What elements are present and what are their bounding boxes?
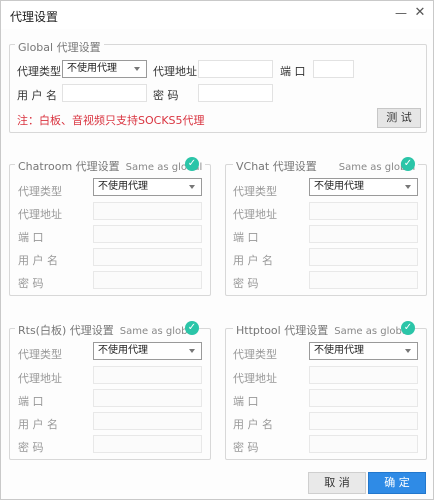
rts-port-label: 端 口 [18, 395, 44, 408]
httptool-username-field[interactable] [309, 412, 418, 430]
close-icon[interactable]: ✕ [413, 5, 427, 21]
vchat-password-field[interactable] [309, 271, 418, 289]
vchat-type-value: 不使用代理 [314, 181, 364, 192]
chatroom-username-label: 用 户 名 [18, 254, 58, 267]
rts-password-label: 密 码 [18, 441, 44, 454]
chatroom-username-field[interactable] [93, 248, 202, 266]
chatroom-address-label: 代理地址 [18, 208, 62, 221]
httptool-password-label: 密 码 [233, 441, 259, 454]
rts-group-title: Rts(白板) 代理设置 [18, 324, 114, 337]
global-type-value: 不使用代理 [67, 63, 117, 74]
global-username-label: 用 户 名 [17, 89, 57, 102]
window-title: 代理设置 [10, 10, 59, 24]
global-port-field[interactable] [313, 60, 354, 78]
global-address-label: 代理地址 [153, 65, 197, 78]
rts-username-field[interactable] [93, 412, 202, 430]
httptool-address-field[interactable] [309, 366, 418, 384]
global-password-label: 密 码 [153, 89, 179, 102]
chevron-down-icon [189, 185, 195, 189]
check-circle-icon[interactable]: ✓ [401, 321, 415, 335]
rts-type-label: 代理类型 [18, 348, 62, 361]
chatroom-password-label: 密 码 [18, 277, 44, 290]
httptool-port-label: 端 口 [233, 395, 259, 408]
vchat-password-label: 密 码 [233, 277, 259, 290]
check-circle-icon[interactable]: ✓ [185, 321, 199, 335]
ok-button[interactable]: 确 定 [368, 472, 426, 494]
vchat-port-label: 端 口 [233, 231, 259, 244]
cancel-button[interactable]: 取 消 [308, 472, 366, 494]
global-password-field[interactable] [198, 84, 273, 102]
chatroom-port-field[interactable] [93, 225, 202, 243]
chevron-down-icon [405, 349, 411, 353]
httptool-password-field[interactable] [309, 435, 418, 453]
httptool-group-legend: Httptool 代理设置 Same as global [233, 322, 414, 338]
vchat-type-select[interactable]: 不使用代理 [309, 178, 418, 196]
rts-port-field[interactable] [93, 389, 202, 407]
vchat-type-label: 代理类型 [233, 185, 277, 198]
rts-address-field[interactable] [93, 366, 202, 384]
vchat-address-label: 代理地址 [233, 208, 277, 221]
rts-password-field[interactable] [93, 435, 202, 453]
check-circle-icon[interactable]: ✓ [401, 157, 415, 171]
httptool-port-field[interactable] [309, 389, 418, 407]
httptool-type-value: 不使用代理 [314, 345, 364, 356]
test-button[interactable]: 测 试 [377, 108, 421, 128]
minimize-icon[interactable]: — [394, 6, 408, 20]
httptool-type-label: 代理类型 [233, 348, 277, 361]
chatroom-group-title: Chatroom 代理设置 [18, 160, 120, 173]
chatroom-type-select[interactable]: 不使用代理 [93, 178, 202, 196]
vchat-port-field[interactable] [309, 225, 418, 243]
global-username-field[interactable] [62, 84, 147, 102]
chatroom-port-label: 端 口 [18, 231, 44, 244]
vchat-group-legend: VChat 代理设置 Same as global [233, 158, 419, 174]
rts-username-label: 用 户 名 [18, 418, 58, 431]
global-type-label: 代理类型 [17, 65, 61, 78]
vchat-address-field[interactable] [309, 202, 418, 220]
rts-type-select[interactable]: 不使用代理 [93, 342, 202, 360]
check-circle-icon[interactable]: ✓ [185, 157, 199, 171]
title-bar: 代理设置 — ✕ [1, 1, 433, 29]
chatroom-type-value: 不使用代理 [98, 181, 148, 192]
proxy-settings-window: 代理设置 — ✕ Global 代理设置 代理类型 不使用代理 代理地址 端 口… [0, 0, 434, 500]
rts-group-legend: Rts(白板) 代理设置 Same as global [15, 322, 200, 338]
httptool-type-select[interactable]: 不使用代理 [309, 342, 418, 360]
chatroom-type-label: 代理类型 [18, 185, 62, 198]
httptool-address-label: 代理地址 [233, 372, 277, 385]
vchat-username-field[interactable] [309, 248, 418, 266]
chevron-down-icon [405, 185, 411, 189]
global-group-legend: Global 代理设置 [15, 39, 104, 55]
vchat-username-label: 用 户 名 [233, 254, 273, 267]
socks5-note: 注：白板、音视频只支持SOCKS5代理 [17, 114, 205, 127]
httptool-username-label: 用 户 名 [233, 418, 273, 431]
global-address-field[interactable] [198, 60, 273, 78]
httptool-group-title: Httptool 代理设置 [236, 324, 329, 337]
httptool-same-as-global-label: Same as global [334, 326, 411, 337]
rts-address-label: 代理地址 [18, 372, 62, 385]
vchat-group-title: VChat 代理设置 [236, 160, 317, 173]
chatroom-address-field[interactable] [93, 202, 202, 220]
rts-type-value: 不使用代理 [98, 345, 148, 356]
global-port-label: 端 口 [280, 65, 306, 78]
global-type-select[interactable]: 不使用代理 [62, 60, 147, 78]
chatroom-password-field[interactable] [93, 271, 202, 289]
chevron-down-icon [134, 67, 140, 71]
chevron-down-icon [189, 349, 195, 353]
chatroom-group-legend: Chatroom 代理设置 Same as global [15, 158, 206, 174]
